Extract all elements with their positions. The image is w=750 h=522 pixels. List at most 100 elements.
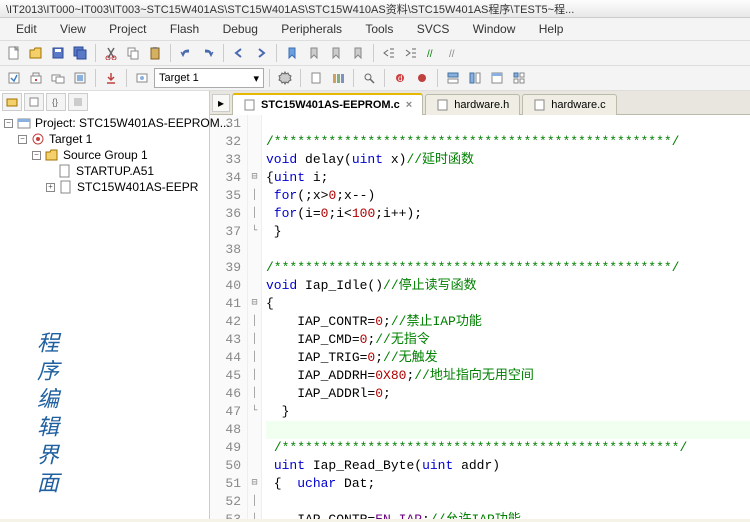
svg-text:{}: {} xyxy=(52,97,58,107)
project-tab-icon[interactable] xyxy=(2,93,22,111)
separator xyxy=(373,44,374,62)
open-file-icon[interactable] xyxy=(26,43,46,63)
uncomment-icon[interactable]: // xyxy=(445,43,465,63)
tree-file[interactable]: STARTUP.A51 xyxy=(4,163,205,179)
bookmark-prev-icon[interactable] xyxy=(304,43,324,63)
c-file-icon xyxy=(533,98,547,112)
separator xyxy=(276,44,277,62)
separator xyxy=(126,69,127,87)
c-file-icon xyxy=(243,98,257,112)
debug-icon[interactable]: d xyxy=(390,68,410,88)
separator xyxy=(170,44,171,62)
collapse-icon[interactable]: − xyxy=(4,119,13,128)
toolbar-standard: // // xyxy=(0,41,750,66)
menu-project[interactable]: Project xyxy=(99,20,156,38)
redo-icon[interactable] xyxy=(198,43,218,63)
batch-build-icon[interactable] xyxy=(70,68,90,88)
code-editor[interactable]: 3132333435363738394041424344454647484950… xyxy=(210,115,750,519)
tree-root[interactable]: − Project: STC15W401AS-EEPROM... xyxy=(4,115,205,131)
nav-back-icon[interactable] xyxy=(229,43,249,63)
translate-icon[interactable] xyxy=(4,68,24,88)
svg-text://: // xyxy=(449,49,455,60)
menu-window[interactable]: Window xyxy=(463,20,526,38)
file-tab[interactable]: STC15W401AS-EEPROM.c × xyxy=(232,93,423,115)
comment-icon[interactable]: // xyxy=(423,43,443,63)
window-arrange3-icon[interactable] xyxy=(487,68,507,88)
templates-tab-icon[interactable] xyxy=(68,93,88,111)
tree-file[interactable]: + STC15W401AS-EEPR xyxy=(4,179,205,195)
file-tab[interactable]: hardware.h xyxy=(425,94,520,115)
download-icon[interactable] xyxy=(101,68,121,88)
menu-flash[interactable]: Flash xyxy=(160,20,209,38)
target-icon xyxy=(31,132,45,146)
project-sidebar: {} − Project: STC15W401AS-EEPROM... − Ta… xyxy=(0,91,210,519)
books-tab-icon[interactable] xyxy=(24,93,44,111)
caption-overlay: 程序编辑界面 xyxy=(30,331,62,499)
file-tabs: ▸ STC15W401AS-EEPROM.c × hardware.h hard… xyxy=(210,91,750,115)
separator xyxy=(223,44,224,62)
collapse-icon[interactable]: − xyxy=(32,151,41,160)
folder-icon xyxy=(45,148,59,162)
menu-bar: Edit View Project Flash Debug Peripheral… xyxy=(0,18,750,41)
build-icon[interactable] xyxy=(26,68,46,88)
target-select[interactable]: Target 1▾ xyxy=(154,68,264,88)
separator xyxy=(384,69,385,87)
window-title: \IT2013\IT000~IT003\IT003~STC15W401AS\ST… xyxy=(0,0,750,18)
tree-group[interactable]: − Source Group 1 xyxy=(4,147,205,163)
indent-left-icon[interactable] xyxy=(379,43,399,63)
copy-icon[interactable] xyxy=(123,43,143,63)
breakpoint-icon[interactable] xyxy=(412,68,432,88)
target-options-icon[interactable] xyxy=(132,68,152,88)
tree-target[interactable]: − Target 1 xyxy=(4,131,205,147)
save-all-icon[interactable] xyxy=(70,43,90,63)
tab-nav-icon[interactable]: ▸ xyxy=(212,94,230,112)
undo-icon[interactable] xyxy=(176,43,196,63)
c-file-icon xyxy=(59,180,73,194)
paste-icon[interactable] xyxy=(145,43,165,63)
rebuild-icon[interactable] xyxy=(48,68,68,88)
menu-view[interactable]: View xyxy=(50,20,96,38)
separator xyxy=(437,69,438,87)
menu-help[interactable]: Help xyxy=(529,20,574,38)
separator xyxy=(269,69,270,87)
menu-tools[interactable]: Tools xyxy=(355,20,403,38)
editor-area: ▸ STC15W401AS-EEPROM.c × hardware.h hard… xyxy=(210,91,750,519)
indent-right-icon[interactable] xyxy=(401,43,421,63)
svg-text:d: d xyxy=(398,74,402,83)
h-file-icon xyxy=(436,98,450,112)
separator xyxy=(353,69,354,87)
menu-peripherals[interactable]: Peripherals xyxy=(271,20,352,38)
fold-column[interactable]: ⊟││└⊟│││││└⊟│││ xyxy=(248,115,262,519)
bookmark-next-icon[interactable] xyxy=(326,43,346,63)
file-ext-icon[interactable] xyxy=(306,68,326,88)
separator xyxy=(300,69,301,87)
separator xyxy=(95,69,96,87)
asm-file-icon xyxy=(58,164,72,178)
window-arrange4-icon[interactable] xyxy=(509,68,529,88)
functions-tab-icon[interactable]: {} xyxy=(46,93,66,111)
toolbar-build: Target 1▾ d xyxy=(0,66,750,91)
line-number-gutter: 3132333435363738394041424344454647484950… xyxy=(210,115,248,519)
menu-debug[interactable]: Debug xyxy=(213,20,268,38)
window-arrange1-icon[interactable] xyxy=(443,68,463,88)
close-icon[interactable]: × xyxy=(406,99,412,111)
project-icon xyxy=(17,116,31,130)
expand-icon[interactable]: + xyxy=(46,183,55,192)
window-arrange2-icon[interactable] xyxy=(465,68,485,88)
file-tab[interactable]: hardware.c xyxy=(522,94,616,115)
separator xyxy=(95,44,96,62)
svg-text://: // xyxy=(427,49,433,60)
find-in-files-icon[interactable] xyxy=(359,68,379,88)
cut-icon[interactable] xyxy=(101,43,121,63)
save-icon[interactable] xyxy=(48,43,68,63)
nav-fwd-icon[interactable] xyxy=(251,43,271,63)
options-icon[interactable] xyxy=(275,68,295,88)
new-file-icon[interactable] xyxy=(4,43,24,63)
menu-edit[interactable]: Edit xyxy=(6,20,47,38)
manage-books-icon[interactable] xyxy=(328,68,348,88)
bookmark-clear-icon[interactable] xyxy=(348,43,368,63)
collapse-icon[interactable]: − xyxy=(18,135,27,144)
menu-svcs[interactable]: SVCS xyxy=(407,20,460,38)
code-content[interactable]: /***************************************… xyxy=(262,115,750,519)
bookmark-icon[interactable] xyxy=(282,43,302,63)
